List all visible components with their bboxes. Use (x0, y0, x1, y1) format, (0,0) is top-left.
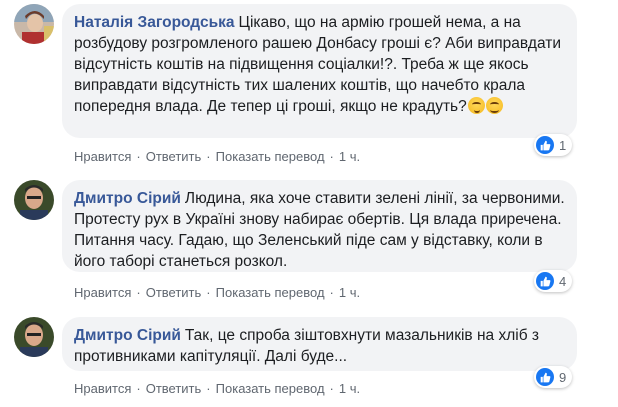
avatar[interactable] (14, 317, 54, 357)
avatar-photo-icon (14, 4, 54, 44)
timestamp[interactable]: 1 ч. (339, 149, 360, 164)
timestamp[interactable]: 1 ч. (339, 285, 360, 300)
comment-bubble: Дмитро Сірий Людина, яка хоче ставити зел… (62, 180, 577, 272)
reaction-count[interactable]: 4 (534, 270, 573, 292)
comment-actions: Нравится · Ответить · Показать перевод · 1 ч. (74, 381, 361, 396)
reply-link[interactable]: Ответить (146, 149, 202, 164)
reply-link[interactable]: Ответить (146, 381, 202, 396)
avatar-photo-icon (14, 180, 54, 220)
reaction-count[interactable]: 1 (534, 134, 573, 156)
comment-author[interactable]: Дмитро Сірий (74, 327, 181, 344)
reaction-count[interactable]: 9 (534, 366, 573, 388)
show-translation-link[interactable]: Показать перевод (216, 149, 325, 164)
avatar-photo-icon (14, 317, 54, 357)
like-icon (536, 368, 554, 386)
like-count: 4 (559, 273, 567, 289)
show-translation-link[interactable]: Показать перевод (216, 381, 325, 396)
comment-author[interactable]: Наталія Загородська (74, 14, 234, 31)
comment-actions: Нравится · Ответить · Показать перевод · 1 ч. (74, 285, 361, 300)
smiling-face-emoji-icon (485, 97, 503, 114)
timestamp[interactable]: 1 ч. (339, 381, 360, 396)
like-link[interactable]: Нравится (74, 285, 131, 300)
avatar[interactable] (14, 180, 54, 220)
like-icon (536, 272, 554, 290)
like-count: 9 (559, 369, 567, 385)
comment-bubble: Дмитро Сірий Так, це спроба зіштовхнути м… (62, 317, 577, 371)
like-link[interactable]: Нравится (74, 381, 131, 396)
comment-bubble: Наталія Загородська Цікаво, що на армію г… (62, 4, 577, 138)
reply-link[interactable]: Ответить (146, 285, 202, 300)
avatar[interactable] (14, 4, 54, 44)
like-count: 1 (559, 137, 567, 153)
comment-actions: Нравится · Ответить · Показать перевод · 1 ч. (74, 149, 361, 164)
like-icon (536, 136, 554, 154)
show-translation-link[interactable]: Показать перевод (216, 285, 325, 300)
thinking-face-emoji-icon (467, 97, 485, 114)
comment-author[interactable]: Дмитро Сірий (74, 190, 181, 207)
like-link[interactable]: Нравится (74, 149, 131, 164)
